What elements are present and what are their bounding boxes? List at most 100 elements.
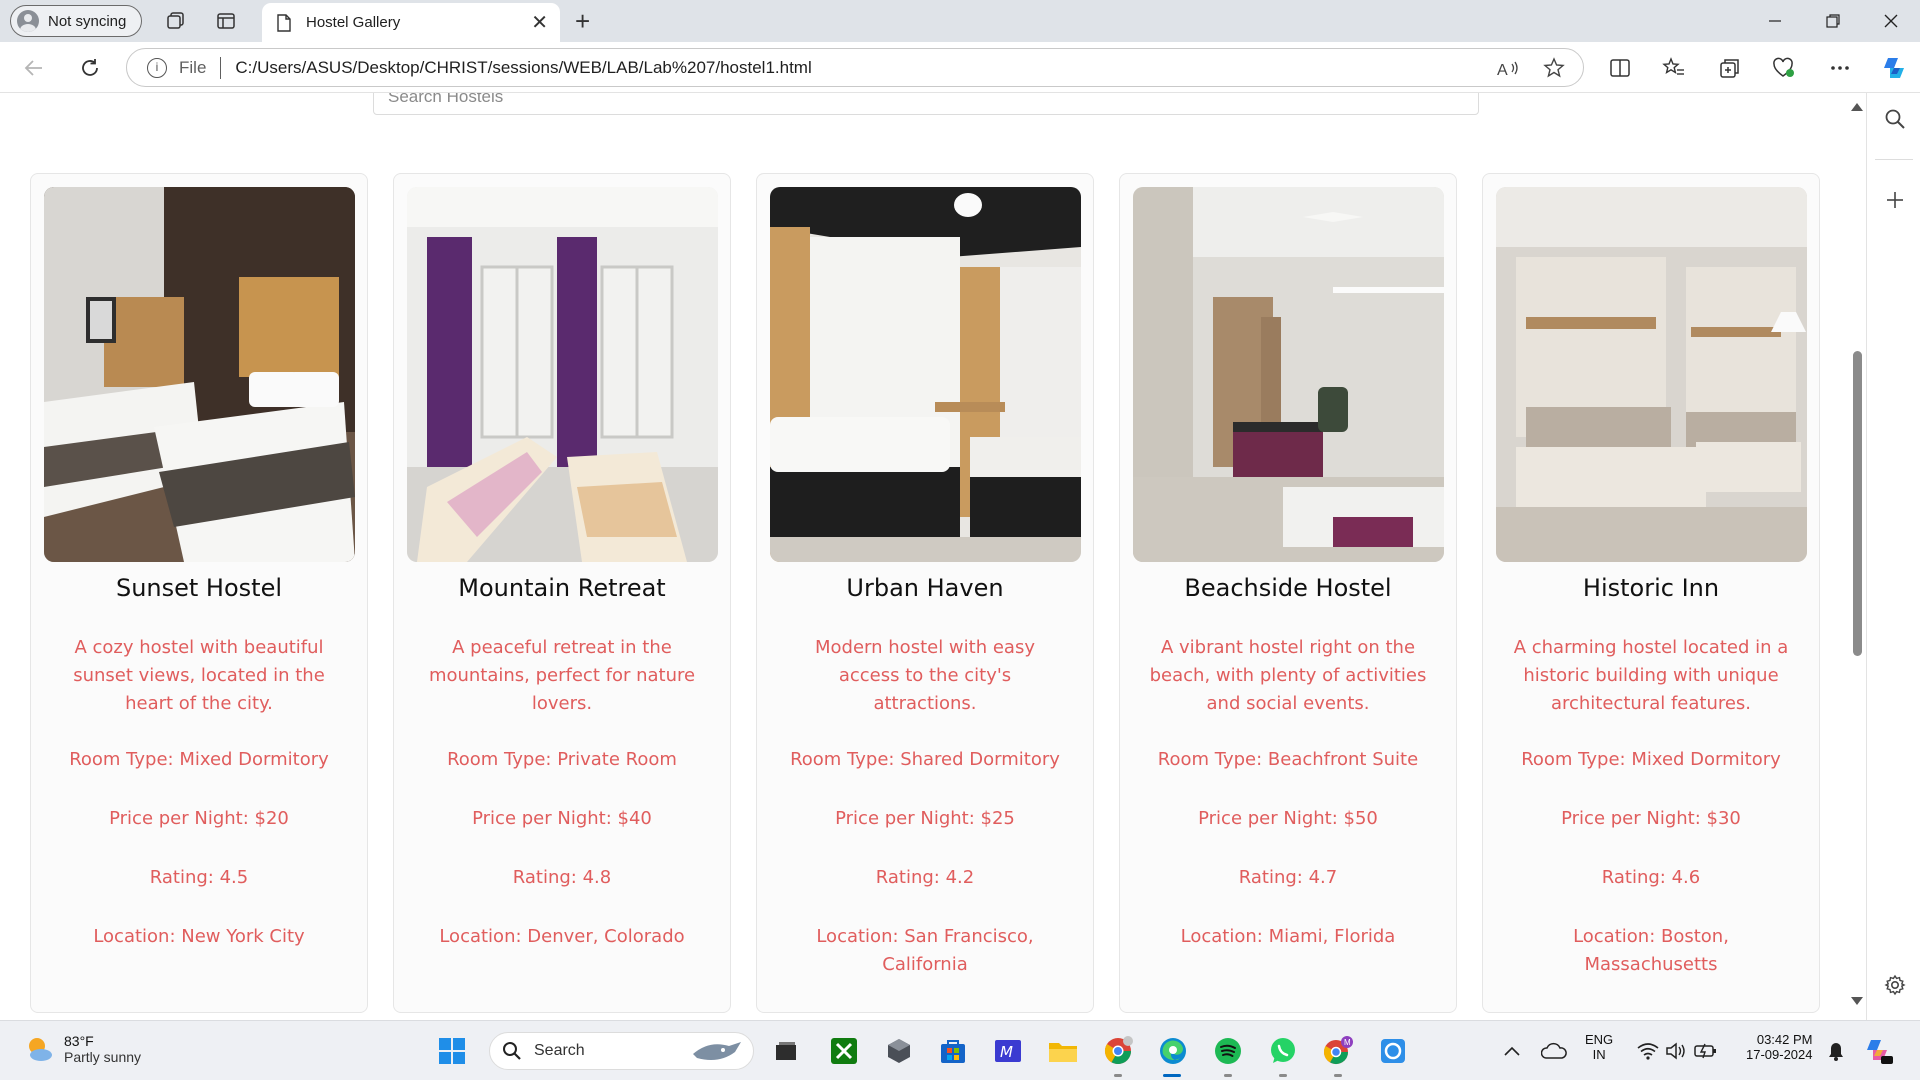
language-indicator[interactable]: ENG IN bbox=[1585, 1032, 1613, 1062]
favorite-star-icon[interactable] bbox=[1543, 57, 1565, 83]
app-cube-icon[interactable] bbox=[883, 1035, 915, 1067]
minimize-button[interactable] bbox=[1760, 8, 1790, 34]
tab-hostel-gallery[interactable]: Hostel Gallery ✕ bbox=[262, 3, 560, 42]
copilot-icon[interactable] bbox=[1880, 54, 1908, 82]
copilot-taskbar-icon[interactable] bbox=[1862, 1035, 1894, 1067]
hostel-photo bbox=[1496, 187, 1807, 562]
hostel-room-type: Room Type: Shared Dormitory bbox=[790, 749, 1060, 770]
new-tab-button[interactable]: + bbox=[575, 6, 590, 37]
hostel-description: A vibrant hostel right on the beach, wit… bbox=[1149, 637, 1427, 714]
address-bar[interactable]: i File C:/Users/ASUS/Desktop/CHRIST/sess… bbox=[126, 48, 1584, 87]
svg-text:A: A bbox=[1497, 62, 1508, 79]
windows-start-icon[interactable] bbox=[436, 1035, 468, 1067]
math-app-icon[interactable]: M bbox=[992, 1035, 1024, 1067]
hostel-photo bbox=[44, 187, 355, 562]
search-icon[interactable] bbox=[1883, 107, 1907, 131]
language-code: ENG bbox=[1585, 1032, 1614, 1047]
hostel-location: Location: San Francisco, California bbox=[816, 926, 1034, 975]
hostel-card[interactable]: Urban Haven Modern hostel with easy acce… bbox=[756, 173, 1094, 1013]
browser-essentials-icon[interactable] bbox=[1770, 54, 1798, 82]
whatsapp-icon[interactable] bbox=[1267, 1035, 1299, 1067]
hostel-details: A peaceful retreat in the mountains, per… bbox=[394, 634, 730, 982]
running-indicator bbox=[1279, 1074, 1287, 1077]
hostel-details: Modern hostel with easy access to the ci… bbox=[757, 634, 1093, 1010]
microsoft-store-icon[interactable] bbox=[937, 1035, 969, 1067]
task-view-icon[interactable] bbox=[770, 1035, 802, 1067]
hostel-details: A cozy hostel with beautiful sunset view… bbox=[31, 634, 367, 982]
page-viewport: Search Hostels Sunset Hostel A cozy host… bbox=[0, 93, 1866, 1020]
add-icon[interactable] bbox=[1883, 188, 1907, 212]
hostel-card[interactable]: Historic Inn A charming hostel located i… bbox=[1482, 173, 1820, 1013]
close-window-button[interactable] bbox=[1876, 8, 1906, 34]
weather-widget[interactable]: 83°F Partly sunny bbox=[24, 1033, 141, 1065]
hostel-photo bbox=[1133, 187, 1444, 562]
refresh-icon[interactable] bbox=[76, 54, 104, 82]
more-options-icon[interactable] bbox=[1826, 54, 1854, 82]
collections-icon[interactable] bbox=[1716, 54, 1744, 82]
windows-taskbar: 83°F Partly sunny Search M M ENG IN 03:4… bbox=[0, 1020, 1920, 1080]
sidebar-divider bbox=[1875, 159, 1913, 160]
notification-bell-icon[interactable] bbox=[1820, 1035, 1852, 1067]
page-icon bbox=[277, 13, 291, 32]
workspaces-icon[interactable] bbox=[164, 9, 188, 33]
read-aloud-icon[interactable]: A bbox=[1497, 58, 1521, 84]
hostel-card[interactable]: Sunset Hostel A cozy hostel with beautif… bbox=[30, 173, 368, 1013]
hostel-details: A vibrant hostel right on the beach, wit… bbox=[1120, 634, 1456, 982]
favorites-icon[interactable] bbox=[1660, 54, 1688, 82]
clock[interactable]: 03:42 PM 17-09-2024 bbox=[1746, 1032, 1813, 1062]
search-hostels-input[interactable]: Search Hostels bbox=[373, 93, 1479, 115]
tab-title: Hostel Gallery bbox=[306, 14, 401, 31]
edge-browser-icon[interactable] bbox=[1157, 1035, 1189, 1067]
url-text[interactable]: C:/Users/ASUS/Desktop/CHRIST/sessions/WE… bbox=[235, 58, 811, 78]
page-scrollbar[interactable] bbox=[1846, 93, 1866, 1020]
hostel-price: Price per Night: $50 bbox=[1198, 808, 1378, 829]
clock-time: 03:42 PM bbox=[1756, 1032, 1813, 1047]
chrome-icon[interactable] bbox=[1102, 1035, 1134, 1067]
chevron-up-icon[interactable] bbox=[1496, 1035, 1528, 1067]
hostel-photo bbox=[770, 187, 1081, 562]
hostel-room-type: Room Type: Private Room bbox=[447, 749, 677, 770]
weather-temperature: 83°F bbox=[64, 1033, 94, 1049]
svg-text:M: M bbox=[1344, 1038, 1351, 1047]
hostel-card[interactable]: Mountain Retreat A peaceful retreat in t… bbox=[393, 173, 731, 1013]
split-screen-icon[interactable] bbox=[1606, 54, 1634, 82]
hostel-room-type: Room Type: Mixed Dormitory bbox=[69, 749, 329, 770]
info-icon[interactable]: i bbox=[147, 57, 167, 78]
hostel-room-type: Room Type: Mixed Dormitory bbox=[1521, 749, 1781, 770]
hostel-photo bbox=[407, 187, 718, 562]
settings-gear-icon[interactable] bbox=[1883, 973, 1907, 997]
address-scheme-label: File bbox=[179, 57, 207, 77]
chrome-profile-icon[interactable]: M bbox=[1322, 1035, 1354, 1067]
search-highlight-icon bbox=[693, 1042, 741, 1060]
hostel-card[interactable]: Beachside Hostel A vibrant hostel right … bbox=[1119, 173, 1457, 1013]
spotify-icon[interactable] bbox=[1212, 1035, 1244, 1067]
hostel-name: Sunset Hostel bbox=[115, 574, 283, 602]
hostel-rating: Rating: 4.2 bbox=[875, 867, 975, 888]
battery-charging-icon[interactable] bbox=[1690, 1035, 1722, 1067]
scroll-up-arrow-icon[interactable] bbox=[1851, 103, 1863, 111]
taskbar-search-box[interactable]: Search bbox=[489, 1032, 754, 1070]
profile-button[interactable]: Not syncing bbox=[10, 5, 142, 37]
hostel-location: Location: Denver, Colorado bbox=[439, 926, 685, 947]
active-indicator bbox=[1163, 1074, 1181, 1077]
xbox-icon[interactable] bbox=[828, 1035, 860, 1067]
hostel-name: Beachside Hostel bbox=[1184, 574, 1392, 602]
running-indicator bbox=[1334, 1074, 1342, 1077]
close-tab-icon[interactable]: ✕ bbox=[531, 12, 548, 32]
back-arrow-icon[interactable] bbox=[20, 54, 48, 82]
hostel-gallery: Sunset Hostel A cozy hostel with beautif… bbox=[30, 173, 1822, 1013]
volume-icon[interactable] bbox=[1660, 1035, 1692, 1067]
browser-app-icon[interactable] bbox=[1377, 1035, 1409, 1067]
avatar-icon bbox=[17, 10, 39, 32]
file-explorer-icon[interactable] bbox=[1047, 1035, 1079, 1067]
hostel-details: A charming hostel located in a historic … bbox=[1483, 634, 1819, 1010]
onedrive-cloud-icon[interactable] bbox=[1538, 1035, 1570, 1067]
scrollbar-thumb[interactable] bbox=[1853, 351, 1862, 656]
tab-actions-icon[interactable] bbox=[214, 9, 238, 33]
hostel-description: Modern hostel with easy access to the ci… bbox=[815, 637, 1035, 714]
hostel-price: Price per Night: $40 bbox=[472, 808, 652, 829]
restore-button[interactable] bbox=[1818, 8, 1848, 34]
address-divider bbox=[220, 56, 222, 79]
scroll-down-arrow-icon[interactable] bbox=[1851, 997, 1863, 1005]
hostel-name: Urban Haven bbox=[846, 574, 1004, 602]
